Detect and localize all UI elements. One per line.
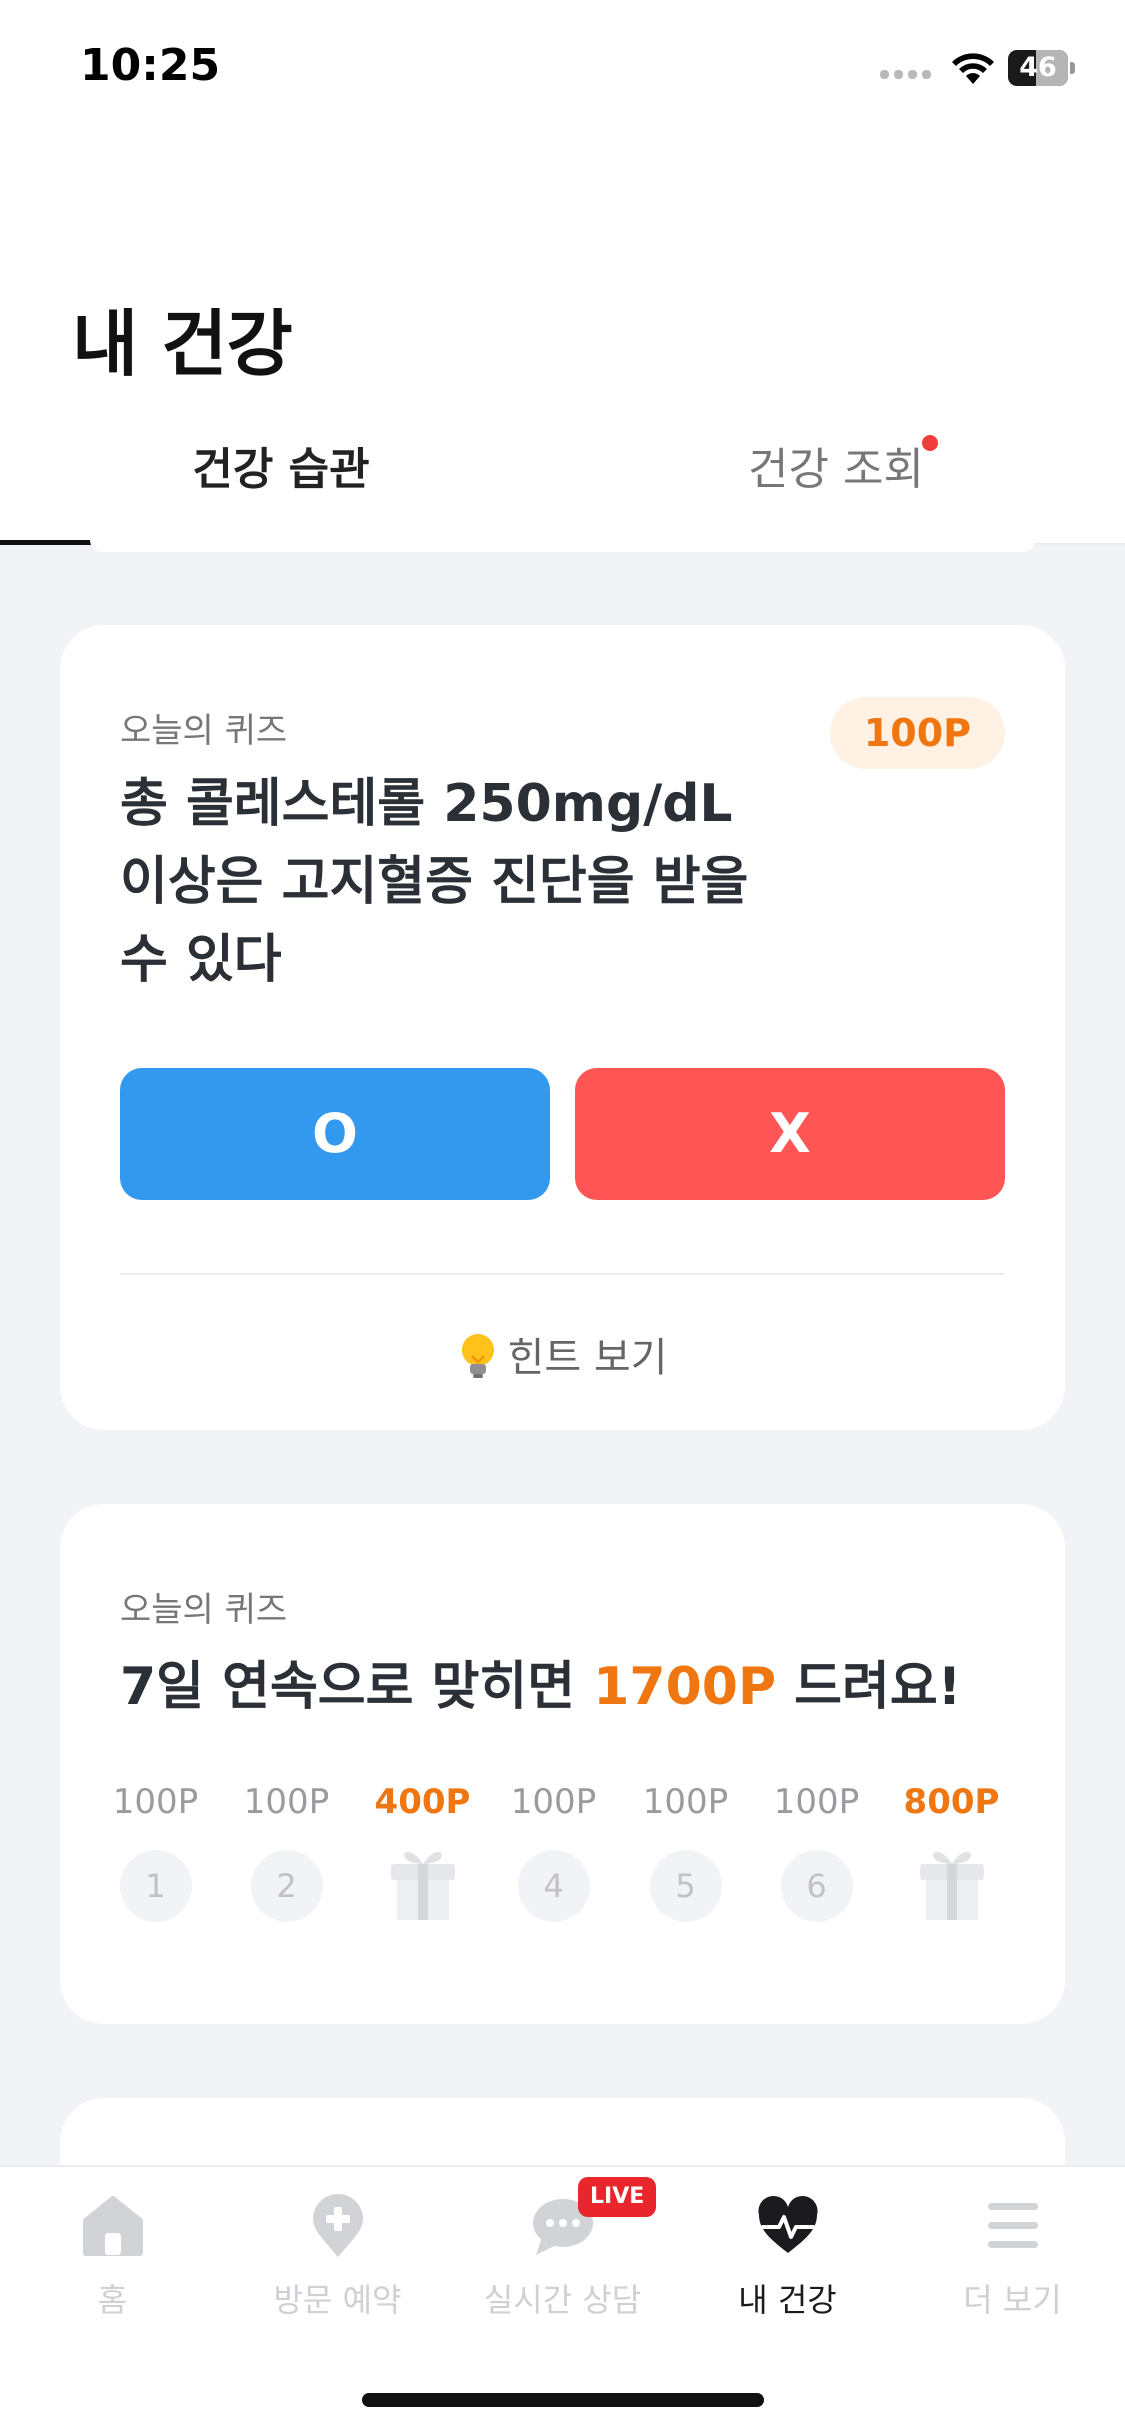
nav-label: 홈 [97, 2281, 128, 2319]
streak-day: 100P 2 [221, 1774, 352, 1922]
cellular-signal-icon [880, 70, 931, 79]
battery-level: 46 [1019, 52, 1057, 83]
question-line: 총 콜레스테롤 250mg/dL [120, 774, 733, 834]
lightbulb-icon [461, 1334, 494, 1378]
answer-x-button[interactable]: X [575, 1068, 1005, 1200]
streak-day: 100P 1 [90, 1774, 221, 1922]
day-points: 100P [642, 1782, 729, 1822]
hint-button[interactable]: 힌트 보기 [60, 1325, 1065, 1383]
nav-visit-reservation[interactable]: 방문 예약 [225, 2167, 450, 2367]
tab-bar: 건강 습관 건강 조회 [0, 425, 1125, 545]
streak-day: 100P 6 [751, 1774, 882, 1922]
battery-icon: 46 [1008, 50, 1075, 86]
day-points: 100P [243, 1782, 330, 1822]
header: 내 건강 건강 습관 건강 조회 [0, 135, 1125, 545]
question-line: 수 있다 [120, 930, 282, 990]
day-points: 800P [903, 1782, 1000, 1822]
gift-icon [919, 1851, 984, 1920]
nav-label: 실시간 상담 [483, 2281, 642, 2319]
notification-dot [921, 435, 938, 451]
day-number: 1 [119, 1850, 192, 1922]
nav-label: 더 보기 [963, 2281, 1062, 2319]
hint-label: 힌트 보기 [507, 1335, 668, 1381]
status-time: 10:25 [80, 40, 221, 91]
nav-label: 방문 예약 [273, 2281, 402, 2319]
tab-label: 건강 조회 [748, 444, 924, 495]
streak-day: 100P 4 [488, 1774, 619, 1922]
page-title: 내 건강 [72, 302, 293, 386]
home-indicator[interactable] [362, 2393, 764, 2407]
quiz-label: 오늘의 퀴즈 [120, 711, 288, 751]
previous-card-edge [90, 540, 1035, 552]
streak-day: 100P 5 [620, 1774, 751, 1922]
day-points: 100P [112, 1782, 199, 1822]
location-plus-icon [313, 2194, 363, 2257]
day-number: 4 [517, 1850, 590, 1922]
streak-day: 400P [357, 1774, 488, 1926]
menu-icon [988, 2203, 1038, 2248]
divider [120, 1273, 1005, 1275]
gift-icon [390, 1851, 455, 1920]
tab-label: 건강 습관 [192, 444, 370, 495]
day-points: 100P [510, 1782, 597, 1822]
streak-days: 100P 1 100P 2 400P 100P 4 100P 5 100P 6 … [90, 1774, 1035, 1954]
day-number: 5 [649, 1850, 722, 1922]
streak-label: 오늘의 퀴즈 [120, 1590, 288, 1630]
live-badge: LIVE [578, 2177, 657, 2217]
nav-live-consult[interactable]: LIVE 실시간 상담 [450, 2167, 675, 2367]
points-badge: 100P [829, 697, 1005, 769]
streak-title-prefix: 7일 연속으로 맞히면 [120, 1657, 594, 1717]
status-bar: 10:25 46 [0, 0, 1125, 135]
day-number: 2 [250, 1850, 323, 1922]
nav-my-health[interactable]: 내 건강 [675, 2167, 900, 2367]
answer-o-button[interactable]: O [120, 1068, 550, 1200]
day-points: 100P [773, 1782, 860, 1822]
nav-label: 내 건강 [738, 2281, 837, 2319]
screen: 10:25 46 내 건강 건강 습관 건강 조회 오늘의 퀴즈 100P 총 … [0, 0, 1125, 2436]
day-number: 6 [780, 1850, 853, 1922]
nav-more[interactable]: 더 보기 [900, 2167, 1125, 2367]
tab-health-habits[interactable]: 건강 습관 [0, 425, 562, 545]
nav-home[interactable]: 홈 [0, 2167, 225, 2367]
streak-title: 7일 연속으로 맞히면 1700P 드려요! [120, 1644, 961, 1719]
streak-total-points: 1700P [593, 1657, 777, 1717]
day-points: 400P [374, 1782, 471, 1822]
quiz-question: 총 콜레스테롤 250mg/dL 이상은 고지혈증 진단을 받을 수 있다 [120, 765, 800, 999]
question-line: 이상은 고지혈증 진단을 받을 [120, 852, 749, 912]
tab-health-lookup[interactable]: 건강 조회 [562, 425, 1124, 545]
quiz-card: 오늘의 퀴즈 100P 총 콜레스테롤 250mg/dL 이상은 고지혈증 진단… [60, 625, 1065, 1430]
home-icon [83, 2196, 143, 2256]
streak-title-suffix: 드려요! [776, 1657, 962, 1717]
heart-pulse-icon [758, 2195, 818, 2253]
wifi-icon [952, 53, 994, 84]
streak-card: 오늘의 퀴즈 7일 연속으로 맞히면 1700P 드려요! 100P 1 100… [60, 1504, 1065, 2024]
streak-day: 800P [886, 1774, 1017, 1926]
